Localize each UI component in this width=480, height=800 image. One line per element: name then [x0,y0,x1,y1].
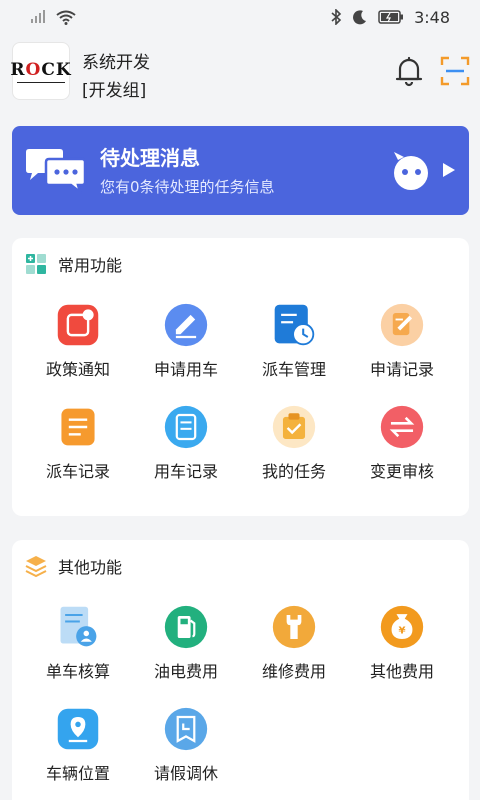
banner-subtitle: 您有0条待处理的任务信息 [100,178,275,196]
other-functions-title: 其他功能 [58,558,123,577]
item-label: 政策通知 [45,360,110,379]
fuel-cost-icon [164,605,208,649]
fuel-cost-button[interactable]: 油电费用 [132,592,240,682]
svg-text:¥: ¥ [398,625,405,636]
repair-cost-button[interactable]: 维修费用 [240,592,348,682]
other-cost-button[interactable]: ¥ 其他费用 [348,592,456,682]
use-record-icon [164,405,208,449]
status-bar: 3:48 [0,0,480,34]
pending-messages-banner[interactable]: 待处理消息 您有0条待处理的任务信息 [12,126,469,215]
item-label: 用车记录 [153,462,218,481]
my-task-icon [272,405,316,449]
battery-icon [378,10,404,24]
change-review-button[interactable]: 变更审核 [348,392,456,482]
repair-cost-icon [272,605,316,649]
dispatch-manage-icon [274,304,315,346]
policy-notice-icon [57,304,99,346]
company-logo: ROCK [10,42,72,100]
common-functions-card: 常用功能 政策通知 申请用车 派车管理 申请记录 派车记录 用车记录 我的任务 … [12,238,469,516]
item-label: 派车记录 [45,462,110,481]
header: ROCK 系统开发 [开发组] [0,34,480,114]
item-label: 其他费用 [369,662,434,681]
status-left [30,10,76,25]
other-functions-card: 其他功能 单车核算 油电费用 维修费用 ¥ 其他费用 车辆位置 请假调休 [12,540,469,800]
use-record-button[interactable]: 用车记录 [132,392,240,482]
dispatch-record-icon [61,408,95,446]
robot-icon [394,152,428,190]
policy-notice-button[interactable]: 政策通知 [24,290,132,380]
vehicle-accounting-icon [60,606,97,647]
user-group: [开发组] [82,81,147,101]
dispatch-manage-button[interactable]: 派车管理 [240,290,348,380]
vehicle-accounting-button[interactable]: 单车核算 [24,592,132,682]
item-label: 我的任务 [261,462,326,481]
user-name: 系统开发 [82,53,150,73]
dispatch-record-button[interactable]: 派车记录 [24,392,132,482]
leave-icon [164,707,208,751]
common-functions-grid: 政策通知 申请用车 派车管理 申请记录 派车记录 用车记录 我的任务 变更审核 [12,290,469,482]
chat-bubbles-icon [26,149,87,194]
change-review-icon [380,405,424,449]
common-functions-header: 常用功能 [24,252,122,276]
item-label: 请假调休 [153,764,218,783]
status-right: 3:48 [330,8,450,27]
item-label: 申请用车 [153,360,218,379]
layers-icon [25,556,47,578]
leave-button[interactable]: 请假调休 [132,694,240,784]
other-functions-grid: 单车核算 油电费用 维修费用 ¥ 其他费用 车辆位置 请假调休 [12,592,469,784]
bell-icon[interactable] [392,54,426,88]
item-label: 油电费用 [153,662,218,681]
play-arrow-icon [443,163,455,177]
item-label: 申请记录 [369,360,434,379]
other-functions-header: 其他功能 [24,554,122,578]
banner-title: 待处理消息 [100,146,200,170]
scan-icon[interactable] [440,56,470,86]
item-label: 车辆位置 [45,764,110,783]
common-functions-title: 常用功能 [58,256,123,275]
apply-record-icon [380,303,424,347]
signal-icon [31,10,45,23]
grid-apps-icon [26,254,46,274]
wifi-icon [56,10,76,25]
money-bag-icon: ¥ [380,605,424,649]
apply-record-button[interactable]: 申请记录 [348,290,456,380]
logo-underline [17,81,65,83]
moon-icon [353,10,367,25]
item-label: 派车管理 [261,360,326,379]
bluetooth-icon [331,9,342,25]
apply-car-button[interactable]: 申请用车 [132,290,240,380]
my-task-button[interactable]: 我的任务 [240,392,348,482]
logo-text: ROCK [10,59,72,80]
vehicle-location-icon [57,708,99,750]
apply-car-icon [164,303,208,347]
item-label: 变更审核 [369,462,434,481]
vehicle-location-button[interactable]: 车辆位置 [24,694,132,784]
status-time: 3:48 [414,7,450,27]
item-label: 维修费用 [261,662,326,681]
item-label: 单车核算 [45,662,110,681]
